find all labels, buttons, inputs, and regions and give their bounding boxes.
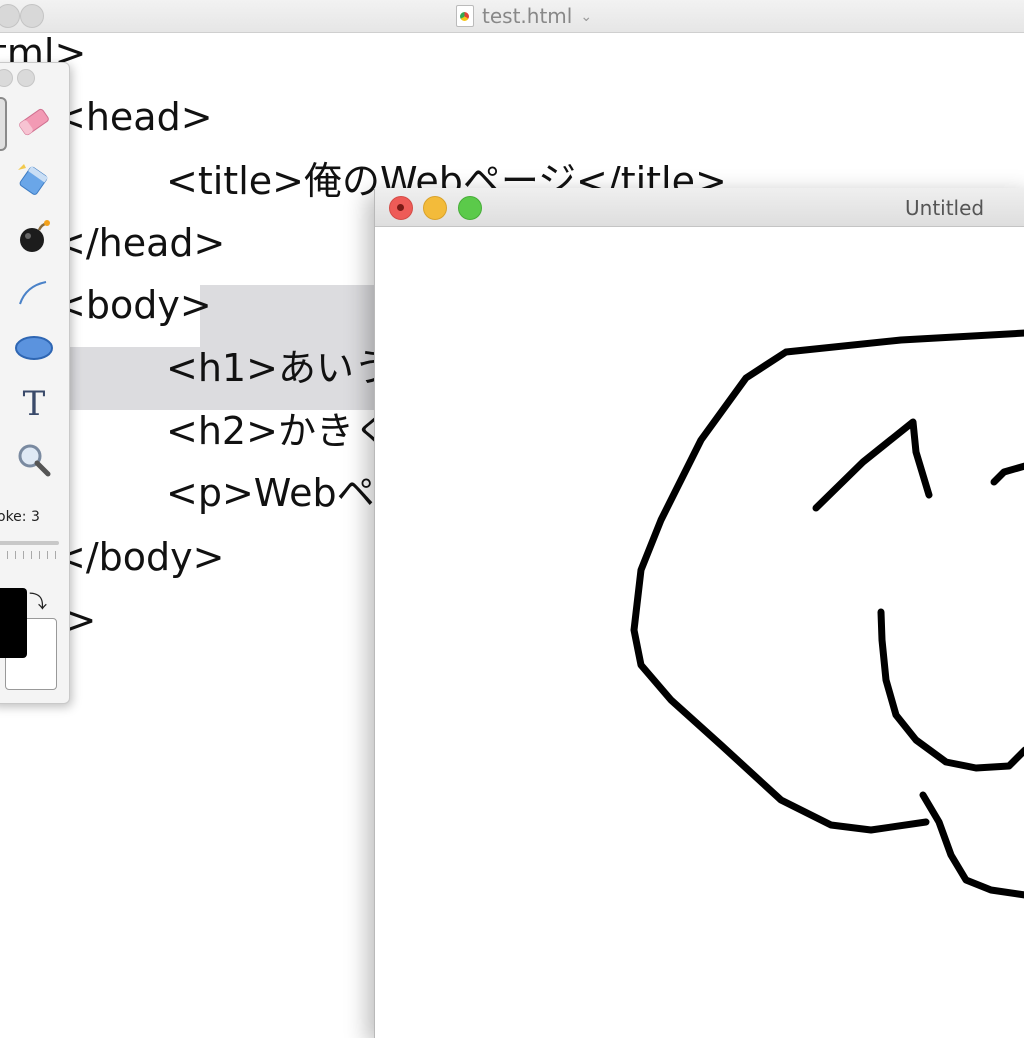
- code-line[interactable]: <h2>かきく: [166, 409, 392, 453]
- document-title-label: test.html: [482, 4, 573, 28]
- html-document-icon: [456, 5, 474, 27]
- slider-ticks: [0, 551, 57, 559]
- swap-colors-icon[interactable]: ⤵: [29, 588, 47, 614]
- code-line[interactable]: <h1>あいう: [166, 346, 392, 390]
- eraser-icon[interactable]: [11, 99, 57, 145]
- eyebrow-stroke: [812, 418, 933, 512]
- ellipse-tool-icon[interactable]: [11, 325, 57, 371]
- bomb-icon[interactable]: [11, 213, 57, 259]
- line-tool-icon[interactable]: [11, 269, 57, 315]
- code-line[interactable]: </body>: [54, 535, 224, 579]
- mouth-stroke: [877, 608, 1024, 772]
- editor-titlebar: test.html ⌄: [0, 0, 1024, 33]
- document-title[interactable]: test.html ⌄: [456, 3, 592, 29]
- minimize-button[interactable]: [423, 196, 447, 220]
- line-highlight: [200, 285, 375, 347]
- drawing-canvas[interactable]: [375, 227, 1024, 1038]
- palette-close-button[interactable]: [0, 69, 13, 87]
- stroke-size-label: oke: 3: [0, 509, 40, 525]
- foreground-color-swatch[interactable]: [0, 588, 27, 658]
- drawing-window-titlebar: Untitled: [375, 188, 1024, 227]
- chevron-down-icon[interactable]: ⌄: [580, 9, 592, 25]
- stroke-size-slider[interactable]: [0, 541, 59, 545]
- chin-stroke: [919, 791, 1024, 899]
- maximize-button[interactable]: [458, 196, 482, 220]
- editor-close-button[interactable]: [0, 4, 20, 28]
- editor-minimize-button[interactable]: [20, 4, 44, 28]
- drawing-window: Untitled: [374, 188, 1024, 1038]
- selected-tool-indicator: [0, 97, 7, 151]
- close-button[interactable]: [389, 196, 413, 220]
- code-line[interactable]: <head>: [54, 95, 213, 139]
- tools-palette: T oke: 3 ⤵: [0, 62, 70, 704]
- right-eye-stroke: [990, 462, 1024, 486]
- code-line[interactable]: <body>: [54, 283, 212, 327]
- window-title: Untitled: [905, 196, 985, 220]
- paint-bucket-icon[interactable]: [11, 157, 57, 203]
- code-line[interactable]: </head>: [54, 221, 225, 265]
- code-line[interactable]: <p>Webペ: [166, 471, 375, 515]
- palette-minimize-button[interactable]: [17, 69, 35, 87]
- magnifier-icon[interactable]: [11, 437, 57, 483]
- face-outline-stroke: [630, 329, 1024, 834]
- text-tool-icon[interactable]: T: [11, 381, 57, 427]
